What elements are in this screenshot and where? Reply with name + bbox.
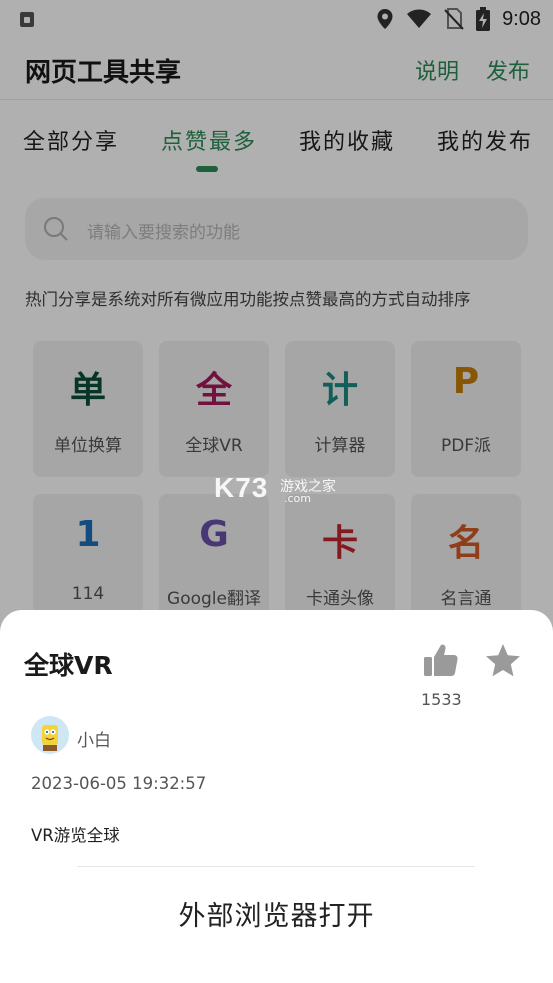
divider — [77, 866, 475, 867]
watermark-brand: K73 — [214, 472, 269, 503]
author-name: 小白 — [77, 731, 111, 751]
avatar — [31, 716, 69, 754]
detail-sheet: 全球VR 1533 小白 2023-06-05 19:32:57 VR游览全球 … — [0, 610, 553, 983]
sheet-app-name: 全球VR — [24, 651, 113, 680]
star-icon[interactable] — [484, 642, 522, 680]
like-count: 1533 — [421, 690, 462, 709]
thumbs-up-icon[interactable] — [422, 642, 460, 680]
watermark: K73 游戏之家 .com — [214, 472, 336, 505]
open-in-browser-button[interactable]: 外部浏览器打开 — [0, 894, 553, 933]
timestamp: 2023-06-05 19:32:57 — [31, 774, 207, 793]
description: VR游览全球 — [31, 826, 120, 845]
watermark-suffix: .com — [284, 492, 311, 505]
